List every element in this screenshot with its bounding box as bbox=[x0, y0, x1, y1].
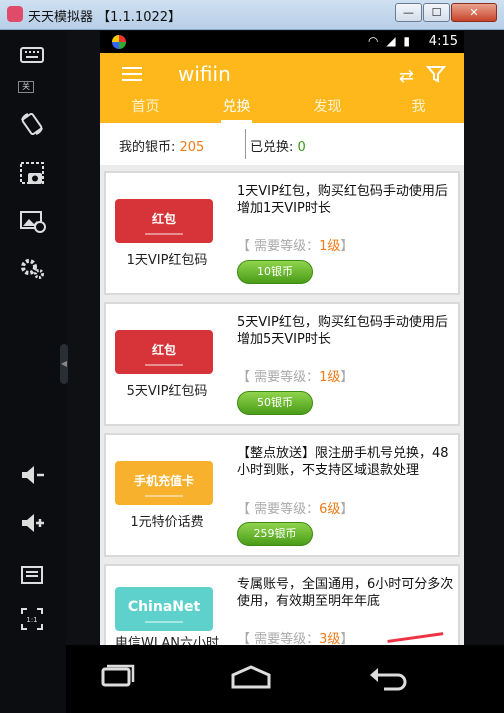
emulator-app-icon bbox=[7, 6, 23, 22]
tab-discover[interactable]: 发现 bbox=[282, 95, 373, 123]
swap-icon[interactable]: ⇄ bbox=[399, 66, 414, 87]
hamburger-menu-icon[interactable] bbox=[122, 67, 142, 83]
add-image-icon[interactable] bbox=[14, 205, 50, 237]
android-status-bar: ◠ ◢ ▮ 4:15 bbox=[100, 31, 464, 53]
silver-label: 我的银币: bbox=[119, 140, 180, 155]
window-titlebar: 天天模拟器 【1.1.1022】 — ☐ ✕ bbox=[0, 0, 504, 30]
redeemed-count: 已兑换: 0 bbox=[250, 136, 306, 155]
divider bbox=[245, 129, 246, 159]
volume-down-icon[interactable] bbox=[14, 459, 50, 491]
tab-bar: 首页 兑换 发现 我 bbox=[100, 95, 464, 123]
app-title: wifiin bbox=[178, 62, 231, 86]
level-requirement: 【 需要等级：1级】 bbox=[237, 239, 354, 254]
item-description: 专属账号，全国通用，6小时可分多次使用，有效期至明年年底 bbox=[237, 577, 454, 609]
promo-ribbon bbox=[387, 632, 445, 645]
back-button[interactable] bbox=[366, 663, 410, 693]
item-description: 5天VIP红包，购买红包码手动使用后增加5天VIP时长 bbox=[237, 315, 448, 347]
silver-value: 205 bbox=[179, 140, 205, 155]
red-envelope-image: 红包 bbox=[115, 330, 213, 374]
level-requirement: 【 需要等级：6级】 bbox=[237, 502, 354, 517]
scale-label: 1:1 bbox=[26, 616, 37, 624]
settings-icon[interactable] bbox=[14, 252, 50, 284]
wifi-icon: ◠ bbox=[368, 34, 381, 48]
window-title: 天天模拟器 【1.1.1022】 bbox=[28, 10, 182, 25]
red-envelope-image: 红包 bbox=[115, 199, 213, 243]
status-clock: 4:15 bbox=[428, 34, 458, 49]
balance-bar: 我的银币: 205 已兑换: 0 bbox=[100, 123, 464, 165]
list-item[interactable]: 手机充值卡 1元特价话费 【整点放送】限注册手机号兑换，48小时到账，不支持区域… bbox=[104, 433, 460, 557]
exchange-list[interactable]: 我的银币: 205 已兑换: 0 红包 1天VIP红包码 1天VIP红包，购买红… bbox=[100, 123, 464, 645]
tab-me[interactable]: 我 bbox=[373, 95, 464, 123]
tab-home[interactable]: 首页 bbox=[100, 95, 191, 123]
signal-icon: ◢ bbox=[386, 34, 398, 48]
filter-icon[interactable] bbox=[425, 64, 447, 88]
battery-icon: ▮ bbox=[403, 34, 412, 48]
emulator-toolbar: 关 ◀ 1:1 bbox=[0, 31, 68, 713]
list-item[interactable]: 红包 5天VIP红包码 5天VIP红包，购买红包码手动使用后增加5天VIP时长 … bbox=[104, 302, 460, 426]
sidebar-collapse-handle[interactable]: ◀ bbox=[60, 344, 68, 384]
recent-apps-button[interactable] bbox=[96, 663, 140, 693]
item-description: 【整点放送】限注册手机号兑换，48小时到账，不支持区域退款处理 bbox=[237, 446, 449, 478]
volume-up-icon[interactable] bbox=[14, 507, 50, 539]
home-button[interactable] bbox=[229, 663, 273, 693]
tab-exchange[interactable]: 兑换 bbox=[191, 95, 282, 123]
screenshot-icon[interactable] bbox=[14, 158, 50, 190]
item-name: 电信WLAN六小时 bbox=[114, 636, 219, 645]
minimize-button[interactable]: — bbox=[395, 3, 422, 22]
redeem-button[interactable]: 259银币 bbox=[237, 522, 313, 546]
redeemed-label: 已兑换: bbox=[250, 140, 298, 155]
scale-icon[interactable]: 1:1 bbox=[14, 603, 50, 635]
notification-app-icon bbox=[112, 35, 126, 49]
level-requirement: 【 需要等级：3级】 bbox=[237, 632, 354, 645]
keyboard-icon[interactable] bbox=[14, 39, 50, 71]
item-name: 1天VIP红包码 bbox=[126, 253, 208, 268]
redeemed-value: 0 bbox=[297, 140, 306, 155]
list-item[interactable]: ChinaNet 电信WLAN六小时 专属账号，全国通用，6小时可分多次使用，有… bbox=[104, 564, 460, 645]
maximize-button[interactable]: ☐ bbox=[423, 3, 450, 22]
close-button[interactable]: ✕ bbox=[451, 3, 497, 22]
level-requirement: 【 需要等级：1级】 bbox=[237, 370, 354, 385]
app-header: wifiin ⇄ 首页 兑换 发现 我 bbox=[100, 53, 464, 123]
status-icons: ◠ ◢ ▮ bbox=[368, 34, 412, 48]
item-name: 1元特价话费 bbox=[130, 515, 204, 530]
list-item[interactable]: 红包 1天VIP红包码 1天VIP红包，购买红包码手动使用后增加1天VIP时长 … bbox=[104, 171, 460, 295]
item-description: 1天VIP红包，购买红包码手动使用后增加1天VIP时长 bbox=[237, 184, 448, 216]
phone-card-image: 手机充值卡 bbox=[115, 461, 213, 505]
silver-balance: 我的银币: 205 bbox=[119, 136, 204, 155]
redeem-button[interactable]: 10银币 bbox=[237, 260, 313, 284]
chinanet-image: ChinaNet bbox=[115, 587, 213, 631]
item-name: 5天VIP红包码 bbox=[126, 384, 208, 399]
redeem-button[interactable]: 50银币 bbox=[237, 391, 313, 415]
rotate-icon[interactable] bbox=[14, 108, 50, 140]
android-nav-bar bbox=[66, 645, 504, 713]
menu-icon[interactable] bbox=[14, 557, 50, 589]
keyboard-toggle-label[interactable]: 关 bbox=[18, 81, 34, 93]
